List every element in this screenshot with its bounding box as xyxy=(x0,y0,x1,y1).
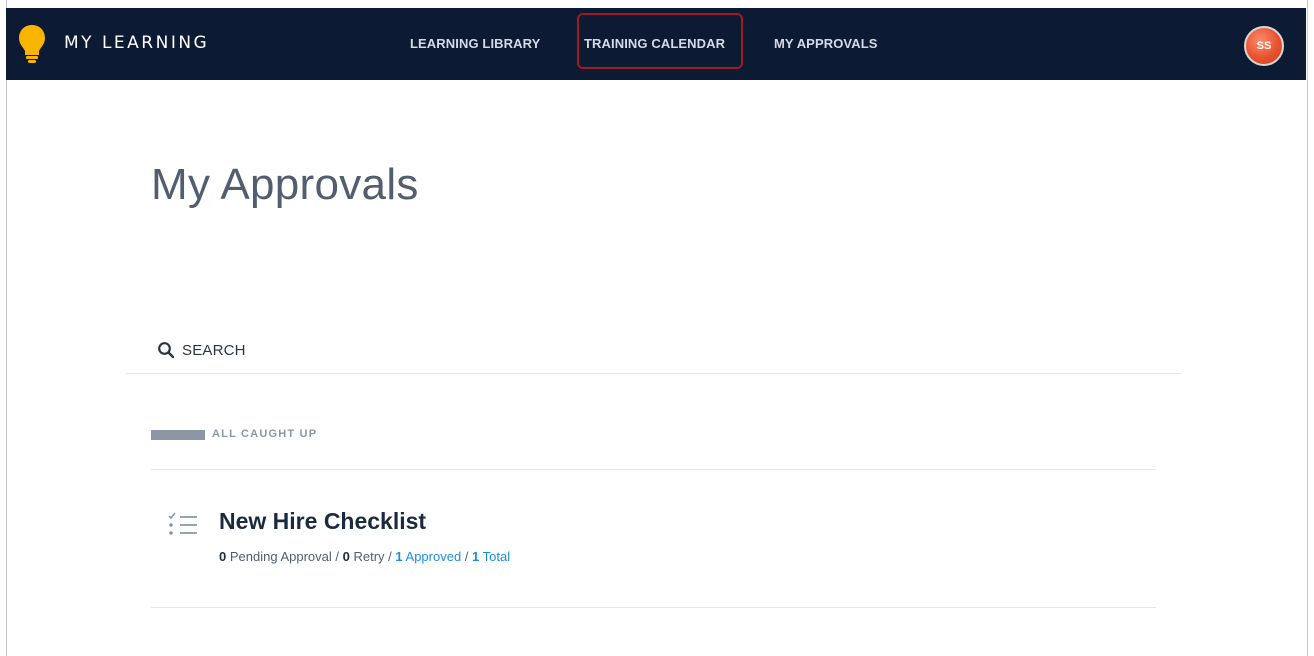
page-title: My Approvals xyxy=(151,160,419,209)
approval-item-title[interactable]: New Hire Checklist xyxy=(219,508,426,535)
nav-learning-library[interactable]: LEARNING LIBRARY xyxy=(410,36,540,51)
top-navigation-bar: MY LEARNING LEARNING LIBRARY TRAINING CA… xyxy=(6,8,1306,80)
group-status-label: ALL CAUGHT UP xyxy=(212,428,318,440)
search-divider xyxy=(126,373,1181,374)
training-calendar-highlight-box xyxy=(577,13,743,69)
stats-separator: / xyxy=(461,549,473,564)
approved-label: Approved xyxy=(405,549,462,564)
total-label: Total xyxy=(482,549,511,564)
user-avatar[interactable]: SS xyxy=(1244,26,1284,66)
stats-separator: / xyxy=(331,549,343,564)
search-button[interactable]: SEARCH xyxy=(157,338,246,362)
group-divider xyxy=(151,469,1156,470)
group-status-bar xyxy=(151,430,205,440)
stats-separator: / xyxy=(384,549,396,564)
browser-frame xyxy=(6,0,1308,656)
nav-my-approvals[interactable]: MY APPROVALS xyxy=(774,36,878,51)
checklist-icon xyxy=(168,512,197,535)
lightbulb-logo-icon xyxy=(19,25,45,63)
total-count: 1 xyxy=(472,549,480,564)
app-brand-title[interactable]: MY LEARNING xyxy=(64,33,209,53)
search-icon xyxy=(158,342,175,359)
retry-count: 0 xyxy=(342,549,350,564)
approved-link[interactable]: 1 Approved xyxy=(395,549,461,564)
approval-item-stats: 0 Pending Approval / 0 Retry / 1 Approve… xyxy=(219,549,510,564)
pending-label: Pending Approval xyxy=(229,549,332,564)
approved-count: 1 xyxy=(395,549,403,564)
total-link[interactable]: 1 Total xyxy=(472,549,510,564)
retry-label: Retry xyxy=(353,549,385,564)
search-label: SEARCH xyxy=(182,341,246,359)
pending-count: 0 xyxy=(219,549,227,564)
item-divider xyxy=(151,607,1156,608)
